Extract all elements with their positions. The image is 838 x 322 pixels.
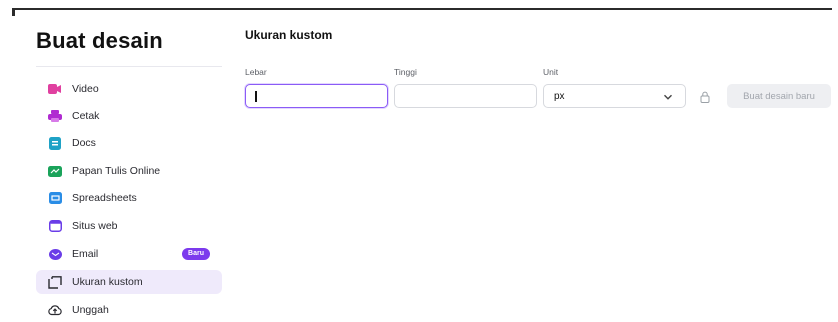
unit-select-value: px [554,90,565,102]
page-title: Ukuran kustom [245,28,333,42]
printer-icon [48,109,62,123]
sidebar: Buat desain Video Cetak Docs Papan Tulis… [0,0,232,320]
sidebar-item-label: Video [72,83,99,95]
sidebar-title: Buat desain [36,28,163,53]
new-badge: Baru [182,248,210,260]
whiteboard-icon [48,164,62,178]
sidebar-item-upload[interactable]: Unggah [36,298,222,322]
email-icon [48,247,62,261]
unit-label: Unit [543,67,559,77]
sidebar-item-website[interactable]: Situs web [36,214,222,238]
docs-icon [48,136,62,150]
sidebar-item-print[interactable]: Cetak [36,104,222,128]
width-label: Lebar [245,67,267,77]
sidebar-item-custom-size[interactable]: Ukuran kustom [36,270,222,294]
unit-select[interactable]: px [543,84,686,108]
sidebar-item-docs[interactable]: Docs [36,131,222,155]
text-cursor [255,91,257,102]
upload-icon [48,303,62,317]
sidebar-item-video[interactable]: Video [36,77,222,101]
lock-icon[interactable] [700,90,710,108]
sidebar-item-label: Cetak [72,110,100,122]
website-icon [48,219,62,233]
custom-size-icon [48,275,62,289]
chevron-down-icon [663,92,673,105]
width-input[interactable] [245,84,388,108]
video-icon [48,82,62,96]
sidebar-item-email[interactable]: Email Baru [36,242,222,266]
spreadsheet-icon [48,191,62,205]
sidebar-item-whiteboard[interactable]: Papan Tulis Online [36,159,222,183]
sidebar-item-label: Spreadsheets [72,192,137,204]
sidebar-item-label: Email [72,248,99,260]
sidebar-item-spreadsheets[interactable]: Spreadsheets [36,186,222,210]
create-new-design-button[interactable]: Buat desain baru [727,84,831,108]
sidebar-item-label: Papan Tulis Online [72,165,161,177]
sidebar-divider [36,66,222,67]
sidebar-item-label: Situs web [72,220,118,232]
sidebar-item-label: Unggah [72,304,109,316]
sidebar-item-label: Ukuran kustom [72,276,143,288]
height-label: Tinggi [394,67,417,77]
sidebar-item-label: Docs [72,137,96,149]
height-input[interactable] [394,84,537,108]
